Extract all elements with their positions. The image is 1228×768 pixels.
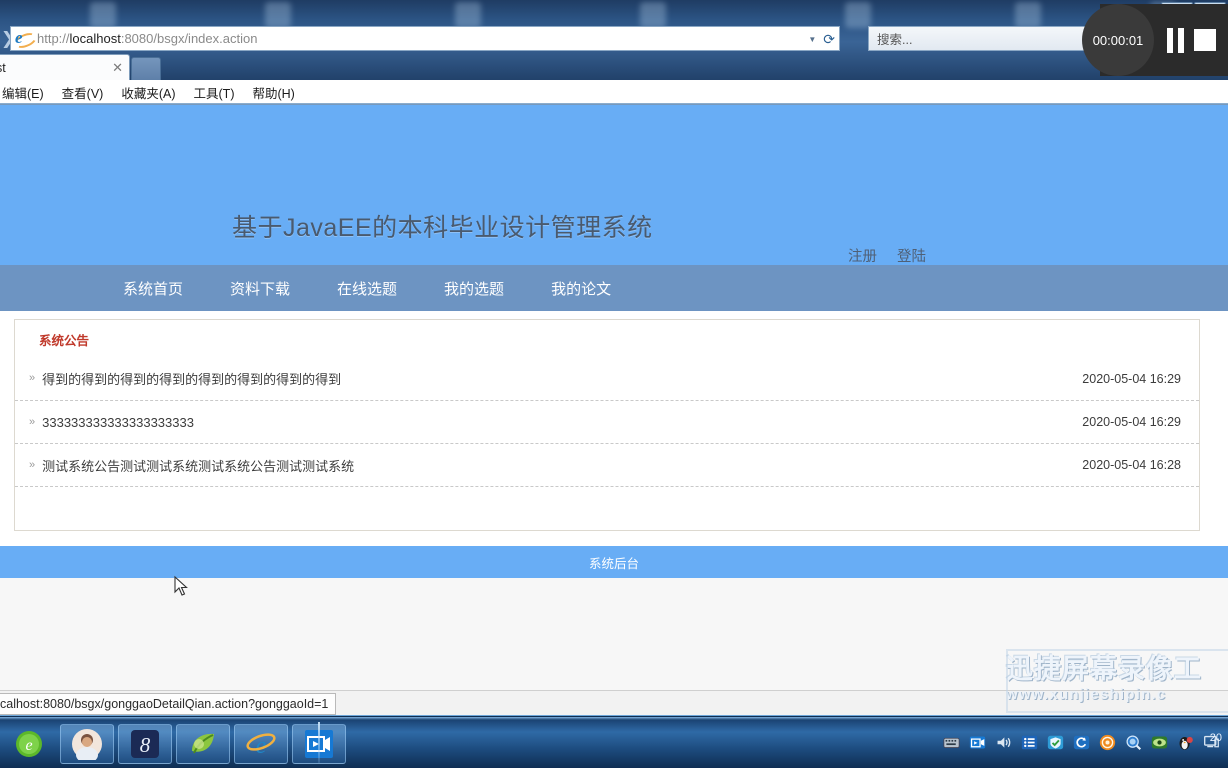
- browser-tab-label: ost: [0, 60, 6, 75]
- ie-logo-icon: e: [12, 28, 39, 51]
- list-item[interactable]: » 333333333333333333333 2020-05-04 16:29: [15, 400, 1199, 443]
- announcement-link[interactable]: 得到的得到的得到的得到的得到的得到的得到的得到: [42, 369, 341, 388]
- page-title: 基于JavaEE的本科毕业设计管理系统: [232, 214, 653, 242]
- chevron-down-icon[interactable]: ▼: [808, 35, 816, 44]
- bullet-icon: »: [29, 372, 36, 384]
- bullet-icon: »: [29, 458, 36, 471]
- close-icon[interactable]: ✕: [112, 60, 123, 76]
- site-nav: 系统首页 资料下载 在线选题 我的选题 我的论文: [0, 265, 1228, 311]
- orange-circle-icon[interactable]: [1099, 734, 1116, 751]
- tab-strip: ost ✕: [0, 54, 1228, 82]
- svg-text:8: 8: [140, 733, 151, 757]
- green-eye-icon[interactable]: [1151, 734, 1168, 751]
- url-prefix: http://: [37, 31, 70, 46]
- site-header: 基于JavaEE的本科毕业设计管理系统 注册 登陆: [0, 105, 1228, 265]
- register-link[interactable]: 注册: [848, 245, 877, 266]
- shield-check-icon[interactable]: [1047, 734, 1064, 751]
- taskbar-divider: [318, 722, 320, 763]
- bullet-icon: »: [29, 415, 36, 428]
- browser-statusbar: calhost:8080/bsgx/gonggaoDetailQian.acti…: [0, 690, 1228, 716]
- refresh-icon[interactable]: ⟳: [823, 31, 835, 48]
- nav-item-my-thesis[interactable]: 我的论文: [551, 278, 611, 299]
- list-item[interactable]: » 得到的得到的得到的得到的得到的得到的得到的得到 2020-05-04 16:…: [15, 357, 1199, 400]
- stop-icon[interactable]: [1194, 29, 1216, 51]
- content-area: 系统公告 » 得到的得到的得到的得到的得到的得到的得到的得到 2020-05-0…: [0, 311, 1228, 531]
- menu-item-edit[interactable]: 编辑(E): [2, 83, 44, 102]
- list-icon[interactable]: [1021, 734, 1038, 751]
- announcement-date: 2020-05-04 16:29: [1082, 415, 1181, 429]
- menu-item-tools[interactable]: 工具(T): [194, 83, 235, 102]
- menu-item-help[interactable]: 帮助(H): [252, 83, 294, 102]
- list-item[interactable]: » 测试系统公告测试测试系统测试系统公告测试测试系统 2020-05-04 16…: [15, 443, 1199, 486]
- status-link-target: calhost:8080/bsgx/gonggaoDetailQian.acti…: [0, 693, 337, 715]
- windows-taskbar: e 8 e 20: [0, 715, 1228, 768]
- magnifier-icon[interactable]: [1125, 734, 1142, 751]
- announcement-link[interactable]: 333333333333333333333: [42, 415, 194, 430]
- screen-root: ❯ e http://localhost:8080/bsgx/index.act…: [0, 0, 1228, 768]
- taskbar-buttons: e 8 e: [2, 724, 346, 764]
- taskbar-item-user[interactable]: [60, 724, 114, 764]
- browser-360-icon: e: [16, 731, 42, 757]
- list-empty-row: [15, 486, 1199, 530]
- auth-links: 注册 登陆: [848, 245, 926, 266]
- app-8-icon: 8: [131, 730, 159, 758]
- url-path: :8080/bsgx/index.action: [120, 31, 258, 46]
- announcement-list: » 得到的得到的得到的得到的得到的得到的得到的得到 2020-05-04 16:…: [15, 357, 1199, 530]
- taskbar-clock[interactable]: 20: [1210, 732, 1222, 744]
- nav-item-my-topic[interactable]: 我的选题: [444, 278, 504, 299]
- address-bar-url: http://localhost:8080/bsgx/index.action: [37, 31, 257, 46]
- login-link[interactable]: 登陆: [897, 245, 926, 266]
- taskbar-item-browser-360[interactable]: e: [2, 724, 56, 764]
- volume-icon[interactable]: [995, 734, 1012, 751]
- svg-text:e: e: [25, 737, 32, 754]
- user-photo-icon: [72, 729, 102, 760]
- nav-item-downloads[interactable]: 资料下载: [230, 278, 290, 299]
- keyboard-icon[interactable]: [943, 734, 960, 751]
- admin-backend-link[interactable]: 系统后台: [589, 553, 639, 572]
- leaf-app-icon: [192, 733, 214, 754]
- nav-item-home[interactable]: 系统首页: [123, 278, 183, 299]
- panel-title: 系统公告: [39, 334, 90, 348]
- browser-tab[interactable]: ost ✕: [0, 54, 130, 80]
- nav-item-online-topics[interactable]: 在线选题: [337, 278, 397, 299]
- announcement-date: 2020-05-04 16:28: [1082, 458, 1181, 472]
- penguin-icon[interactable]: [1177, 734, 1194, 751]
- mouse-cursor: [174, 575, 188, 596]
- taskbar-item-app8[interactable]: 8: [118, 724, 172, 764]
- browser-chrome: ❯ e http://localhost:8080/bsgx/index.act…: [0, 0, 1228, 105]
- screen-recorder-overlay: 00:00:01: [1068, 4, 1228, 76]
- taskbar-item-ie[interactable]: e: [234, 724, 288, 764]
- address-bar[interactable]: e http://localhost:8080/bsgx/index.actio…: [10, 26, 840, 51]
- announcement-link[interactable]: 测试系统公告测试测试系统测试系统公告测试测试系统: [42, 456, 354, 475]
- sync-icon[interactable]: [1073, 734, 1090, 751]
- announcement-date: 2020-05-04 16:29: [1082, 371, 1181, 386]
- menu-item-view[interactable]: 查看(V): [62, 83, 104, 102]
- recorder-tray-icon[interactable]: [969, 734, 986, 751]
- browser-menubar: 编辑(E) 查看(V) 收藏夹(A) 工具(T) 帮助(H): [0, 80, 1228, 105]
- recorder-timer: 00:00:01: [1082, 4, 1154, 76]
- url-host: localhost: [69, 31, 121, 46]
- announcements-panel: 系统公告 » 得到的得到的得到的得到的得到的得到的得到的得到 2020-05-0…: [14, 319, 1200, 531]
- system-tray: [943, 716, 1224, 768]
- menu-item-favorites[interactable]: 收藏夹(A): [121, 83, 175, 102]
- new-tab-icon[interactable]: [131, 57, 161, 82]
- internet-explorer-icon: e: [246, 733, 276, 759]
- taskbar-item-leaf[interactable]: [176, 724, 230, 764]
- pause-icon[interactable]: [1167, 27, 1184, 53]
- page-viewport: 基于JavaEE的本科毕业设计管理系统 注册 登陆 系统首页 资料下载 在线选题…: [0, 105, 1228, 690]
